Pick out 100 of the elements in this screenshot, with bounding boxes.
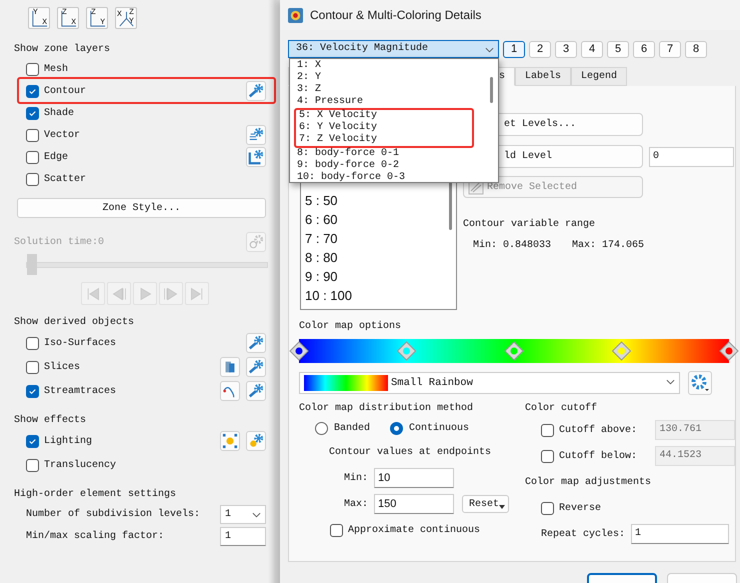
list-item[interactable]: 6 : 60 bbox=[305, 210, 446, 229]
input-field[interactable]: 44.1523 bbox=[655, 446, 735, 466]
group-button[interactable]: 3 bbox=[555, 40, 577, 58]
dropdown-option[interactable]: 2: Y bbox=[290, 72, 476, 84]
view-button[interactable]: Z X bbox=[57, 7, 79, 29]
zone-style-button[interactable]: Zone Style... bbox=[17, 198, 266, 218]
checkbox-label: Lighting bbox=[44, 436, 92, 446]
solution-time-label: Solution time:0 bbox=[14, 236, 104, 248]
icon-button[interactable] bbox=[220, 431, 240, 451]
list-item[interactable]: 7 : 70 bbox=[305, 229, 446, 248]
group-button[interactable]: 7 bbox=[659, 40, 681, 58]
checkbox-label: Approximate continuous bbox=[348, 524, 480, 536]
list-item[interactable]: 5 : 50 bbox=[305, 191, 446, 210]
checkbox-label: Mesh bbox=[44, 64, 68, 74]
color-bar[interactable] bbox=[289, 339, 739, 363]
section-heading: Contour values at endpoints bbox=[329, 446, 492, 458]
reset-button[interactable]: Reset bbox=[462, 495, 510, 513]
group-button[interactable]: 5 bbox=[607, 40, 629, 58]
group-button[interactable]: 4 bbox=[581, 40, 603, 58]
icon-button[interactable] bbox=[246, 333, 266, 353]
list-item[interactable]: 9 : 90 bbox=[305, 267, 446, 286]
checkbox[interactable] bbox=[26, 384, 39, 398]
checkbox[interactable] bbox=[26, 150, 39, 164]
checkbox[interactable] bbox=[26, 172, 39, 186]
icon-button[interactable] bbox=[246, 125, 266, 145]
icon-button[interactable] bbox=[246, 431, 266, 451]
icon-button[interactable] bbox=[246, 381, 266, 401]
checkbox[interactable] bbox=[541, 450, 554, 462]
list-item[interactable]: 8 : 80 bbox=[305, 248, 446, 267]
checkbox[interactable] bbox=[26, 336, 39, 350]
view-button[interactable]: Y X bbox=[28, 7, 50, 29]
group-button[interactable]: 6 bbox=[633, 40, 655, 58]
checkbox-label: Streamtraces bbox=[44, 386, 116, 396]
radio-label: Continuous bbox=[409, 422, 470, 434]
scrollbar-thumb[interactable] bbox=[490, 77, 493, 103]
axis-label: Z bbox=[91, 9, 96, 17]
group-button[interactable]: 2 bbox=[529, 40, 551, 58]
input-field[interactable]: 0 bbox=[649, 146, 734, 166]
dropdown-option[interactable]: 1: X bbox=[290, 60, 476, 72]
checkbox[interactable] bbox=[26, 458, 39, 472]
radio-label: Banded bbox=[334, 422, 370, 434]
checkbox[interactable] bbox=[26, 434, 39, 448]
axis-label: Z bbox=[62, 9, 67, 17]
input-field[interactable]: 130.761 bbox=[655, 420, 735, 440]
colormap-settings-button[interactable] bbox=[688, 371, 712, 395]
section-heading: Color map options bbox=[299, 321, 402, 334]
group-button[interactable]: 8 bbox=[685, 40, 707, 58]
clock-gear-icon bbox=[248, 234, 264, 250]
radio-button[interactable] bbox=[390, 422, 404, 434]
checkbox-label: Iso-Surfaces bbox=[44, 338, 116, 348]
icon-button[interactable] bbox=[220, 357, 240, 377]
section-heading: Show derived objects bbox=[14, 316, 136, 330]
field-label: Repeat cycles: bbox=[541, 528, 626, 540]
tab[interactable]: Legend bbox=[571, 67, 628, 86]
icon-button[interactable] bbox=[246, 81, 266, 101]
group-button[interactable]: 1 bbox=[503, 40, 525, 58]
dropdown-option[interactable]: 3: Z bbox=[290, 84, 476, 96]
skip-start-icon bbox=[85, 286, 101, 302]
checkbox[interactable] bbox=[541, 502, 554, 514]
input-field[interactable]: 150 bbox=[374, 494, 454, 514]
input-field[interactable]: 10 bbox=[374, 468, 454, 488]
chevron-down-icon bbox=[252, 512, 261, 518]
icon-button[interactable] bbox=[246, 357, 266, 377]
checkbox[interactable] bbox=[26, 360, 39, 374]
tab[interactable]: Labels bbox=[515, 67, 572, 86]
axes-icon bbox=[59, 9, 78, 28]
checkbox-label: Edge bbox=[44, 152, 68, 162]
step-forward-icon bbox=[163, 286, 179, 302]
checkbox[interactable] bbox=[541, 424, 554, 436]
checkbox[interactable] bbox=[26, 106, 39, 120]
section-heading: Contour variable range bbox=[463, 219, 596, 230]
icon-button[interactable] bbox=[220, 381, 240, 401]
checkbox[interactable] bbox=[26, 84, 39, 98]
setting-label: Min/max scaling factor: bbox=[26, 530, 164, 542]
view-button[interactable]: Z Y bbox=[86, 7, 108, 29]
checkbox[interactable] bbox=[330, 524, 343, 536]
input-field[interactable]: 1 bbox=[631, 524, 729, 544]
axes-icon bbox=[88, 9, 107, 28]
checkbox-label: Vector bbox=[44, 130, 80, 140]
radio-button[interactable] bbox=[315, 422, 328, 434]
variable-dropdown[interactable]: 36: Velocity Magnitude bbox=[288, 40, 499, 58]
checkbox-label: Shade bbox=[44, 108, 74, 118]
icon-button[interactable] bbox=[246, 147, 266, 167]
levels-dropdown[interactable]: 1 bbox=[220, 504, 266, 524]
step-back-icon bbox=[111, 286, 127, 302]
axes-icon bbox=[30, 9, 49, 28]
colormap-dropdown[interactable]: Small Rainbow bbox=[299, 372, 680, 394]
gear-icon bbox=[248, 335, 264, 351]
checkbox-label: Translucency bbox=[44, 460, 116, 470]
checkbox-label: Scatter bbox=[44, 174, 86, 184]
axis-label: Z bbox=[129, 9, 134, 17]
input-field[interactable]: 1 bbox=[220, 526, 266, 546]
checkbox[interactable] bbox=[26, 128, 39, 142]
checkbox[interactable] bbox=[26, 62, 39, 76]
field-label: Max: bbox=[344, 498, 370, 510]
setting-label: Number of subdivision levels: bbox=[26, 508, 200, 520]
range-min: Min: 0.848033 bbox=[473, 240, 552, 251]
caret-icon bbox=[499, 505, 506, 509]
axis-label: Y bbox=[129, 18, 134, 26]
list-item[interactable]: 10 : 100 bbox=[305, 286, 446, 305]
